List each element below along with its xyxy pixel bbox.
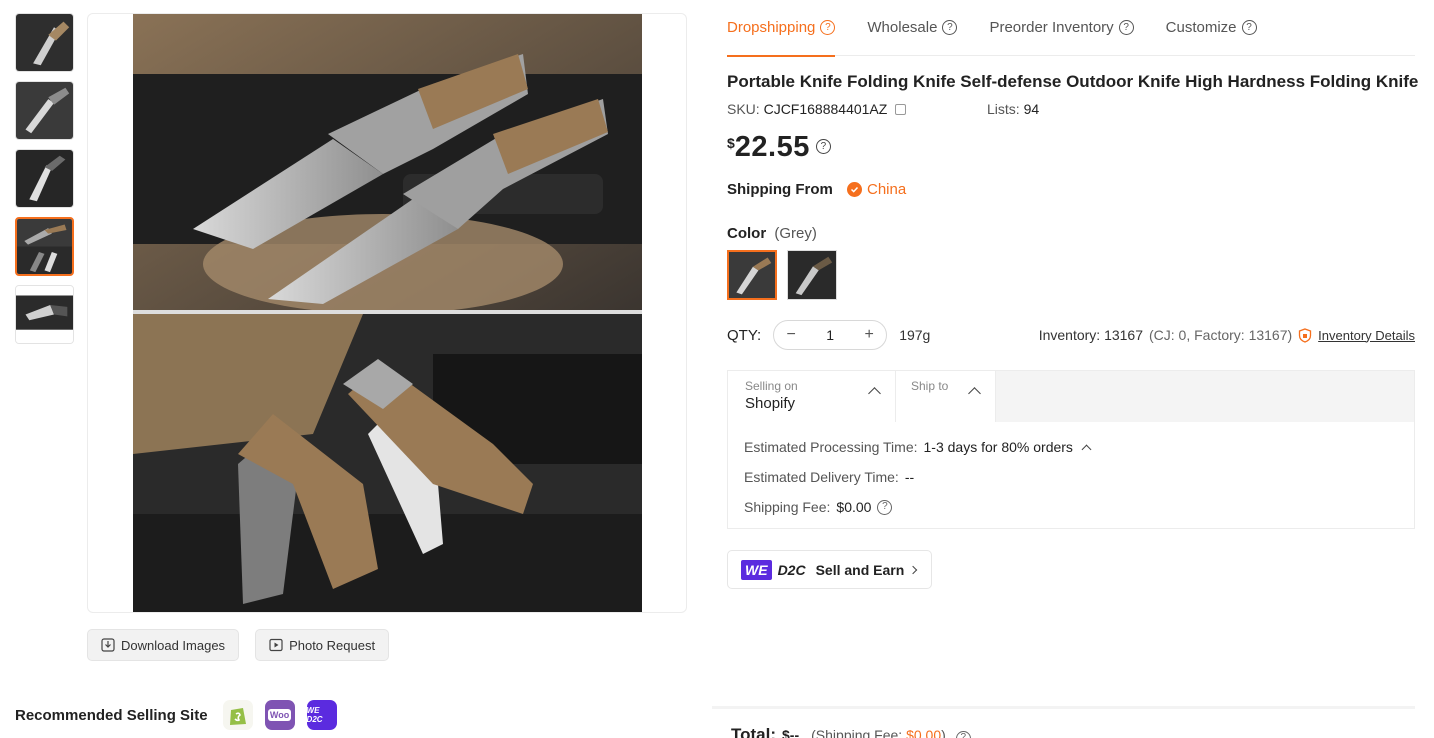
check-circle-icon xyxy=(847,182,862,197)
ship-to-dropdown[interactable]: Ship to xyxy=(896,371,996,422)
decrement-button[interactable]: − xyxy=(784,326,798,344)
color-selector: Color (Grey) xyxy=(727,225,1415,300)
shield-icon xyxy=(1299,327,1312,343)
image-actions: Download Images Photo Request xyxy=(87,629,390,661)
thumbnail-4[interactable] xyxy=(15,217,74,276)
tab-dropshipping[interactable]: Dropshipping ? xyxy=(727,0,836,57)
recommended-selling-site: Recommended Selling Site Woo WE D2C xyxy=(15,700,337,730)
help-icon[interactable]: ? xyxy=(942,20,958,35)
tab-label: Customize xyxy=(1165,19,1237,36)
color-swatch-black[interactable] xyxy=(787,250,837,300)
inventory-total: Inventory: 13167 xyxy=(1038,327,1143,343)
download-images-button[interactable]: Download Images xyxy=(87,629,240,661)
lists-value: 94 xyxy=(1023,101,1040,117)
processing-time-row: Estimated Processing Time: 1-3 days for … xyxy=(744,432,1398,462)
inventory-breakdown: (CJ: 0, Factory: 13167) xyxy=(1149,327,1293,343)
price-currency: $ xyxy=(727,135,735,151)
selling-on-dropdown[interactable]: Selling on Shopify xyxy=(728,371,896,422)
inventory-info: Inventory: 13167 (CJ: 0, Factory: 13167)… xyxy=(1039,327,1415,343)
fee-value: $0.00 xyxy=(906,727,942,738)
chevron-up-icon[interactable] xyxy=(1081,444,1092,454)
shipping-from-row: Shipping From China xyxy=(727,181,1415,198)
thumbnail-3[interactable] xyxy=(15,149,74,208)
qty-label: QTY: xyxy=(727,326,762,344)
price-amount: 22.55 xyxy=(734,131,810,163)
thumbnail-1[interactable] xyxy=(15,13,74,72)
delivery-time-row: Estimated Delivery Time: -- xyxy=(744,462,1398,492)
we-d2c-sell-and-earn-button[interactable]: WE D2C Sell and Earn xyxy=(727,550,932,589)
processing-time-value: 1-3 days for 80% orders xyxy=(923,439,1073,455)
tab-label: Preorder Inventory xyxy=(989,19,1114,36)
total-bar: Total: $-- (Shipping Fee: $0.00) ? xyxy=(712,706,1415,738)
sell-and-earn-label: Sell and Earn xyxy=(815,561,905,578)
fee-suffix: ) xyxy=(941,727,946,738)
total-shipping-fee: (Shipping Fee: $0.00) xyxy=(811,727,946,738)
selling-on-value: Shopify xyxy=(745,395,796,412)
product-photo xyxy=(133,14,642,612)
we-d2c-icon[interactable]: WE D2C xyxy=(306,700,337,730)
fee-prefix: (Shipping Fee: xyxy=(811,727,903,738)
shipping-fee-row: Shipping Fee: $0.00 ? xyxy=(744,492,1398,522)
shipping-fee-label: Shipping Fee: xyxy=(744,499,831,515)
shipping-from-option[interactable]: China xyxy=(847,181,906,198)
we-logo: WE xyxy=(741,559,772,580)
help-icon[interactable]: ? xyxy=(1118,20,1134,35)
price: $ 22.55 ? xyxy=(727,131,1415,164)
photo-request-button[interactable]: Photo Request xyxy=(255,629,390,661)
processing-time-label: Estimated Processing Time: xyxy=(744,439,918,455)
tab-label: Wholesale xyxy=(867,19,938,36)
download-icon xyxy=(101,638,115,652)
sku-value: CJCF168884401AZ xyxy=(763,101,888,117)
shipping-selectors: Selling on Shopify Ship to xyxy=(728,371,1414,422)
recommended-label: Recommended Selling Site xyxy=(15,706,208,724)
total-label: Total: xyxy=(731,725,777,738)
total-value: $-- xyxy=(782,727,800,738)
color-swatch-grey[interactable] xyxy=(727,250,777,300)
tab-wholesale[interactable]: Wholesale ? xyxy=(867,0,958,56)
woo-icon[interactable]: Woo xyxy=(264,700,295,730)
quantity-stepper: − 1 + xyxy=(773,320,888,350)
help-icon[interactable]: ? xyxy=(955,730,971,738)
quantity-input[interactable]: 1 xyxy=(826,327,834,343)
purchase-mode-tabs: Dropshipping ? Wholesale ? Preorder Inve… xyxy=(727,0,1415,57)
tab-customize[interactable]: Customize ? xyxy=(1166,0,1257,56)
thumbnail-list xyxy=(15,13,75,353)
help-icon[interactable]: ? xyxy=(820,20,836,35)
thumbnail-2[interactable] xyxy=(15,81,74,140)
delivery-time-label: Estimated Delivery Time: xyxy=(744,469,899,485)
shipping-from-label: Shipping From xyxy=(727,181,833,198)
download-images-label: Download Images xyxy=(121,637,226,653)
shopify-icon[interactable] xyxy=(222,700,253,730)
chevron-right-icon xyxy=(909,565,918,574)
inventory-details-link[interactable]: Inventory Details xyxy=(1318,328,1415,343)
tab-preorder-inventory[interactable]: Preorder Inventory ? xyxy=(989,0,1134,56)
tab-label: Dropshipping xyxy=(727,19,816,36)
color-label: Color xyxy=(727,225,767,242)
copy-icon[interactable] xyxy=(895,104,907,115)
product-title: Portable Knife Folding Knife Self-defens… xyxy=(727,72,1419,91)
video-icon xyxy=(269,638,283,652)
increment-button[interactable]: + xyxy=(862,326,876,344)
sku-row: SKU: CJCF168884401AZ Lists: 94 xyxy=(727,101,1415,117)
photo-request-label: Photo Request xyxy=(289,637,376,653)
help-icon[interactable]: ? xyxy=(877,499,893,515)
d2c-logo: D2C xyxy=(777,561,806,578)
shipping-estimates: Estimated Processing Time: 1-3 days for … xyxy=(728,422,1414,528)
sku-label: SKU: xyxy=(727,101,760,117)
quantity-row: QTY: − 1 + 197g Inventory: 13167 (CJ: 0,… xyxy=(727,320,1415,350)
product-info-panel: Dropshipping ? Wholesale ? Preorder Inve… xyxy=(727,0,1419,589)
delivery-time-value: -- xyxy=(904,469,915,485)
thumbnail-5[interactable] xyxy=(15,285,74,344)
shipping-from-country: China xyxy=(867,181,907,198)
help-icon[interactable]: ? xyxy=(1241,20,1257,35)
selling-on-label: Selling on xyxy=(745,379,798,393)
help-icon[interactable]: ? xyxy=(815,139,831,154)
main-product-image[interactable] xyxy=(87,13,687,613)
color-swatches xyxy=(727,250,1415,300)
color-selected: (Grey) xyxy=(774,225,817,242)
product-weight: 197g xyxy=(899,327,931,343)
shipping-fee-value: $0.00 xyxy=(836,499,872,515)
shipping-estimate-box: Selling on Shopify Ship to Estimated Pro… xyxy=(727,370,1415,529)
lists-label: Lists: xyxy=(987,101,1020,117)
